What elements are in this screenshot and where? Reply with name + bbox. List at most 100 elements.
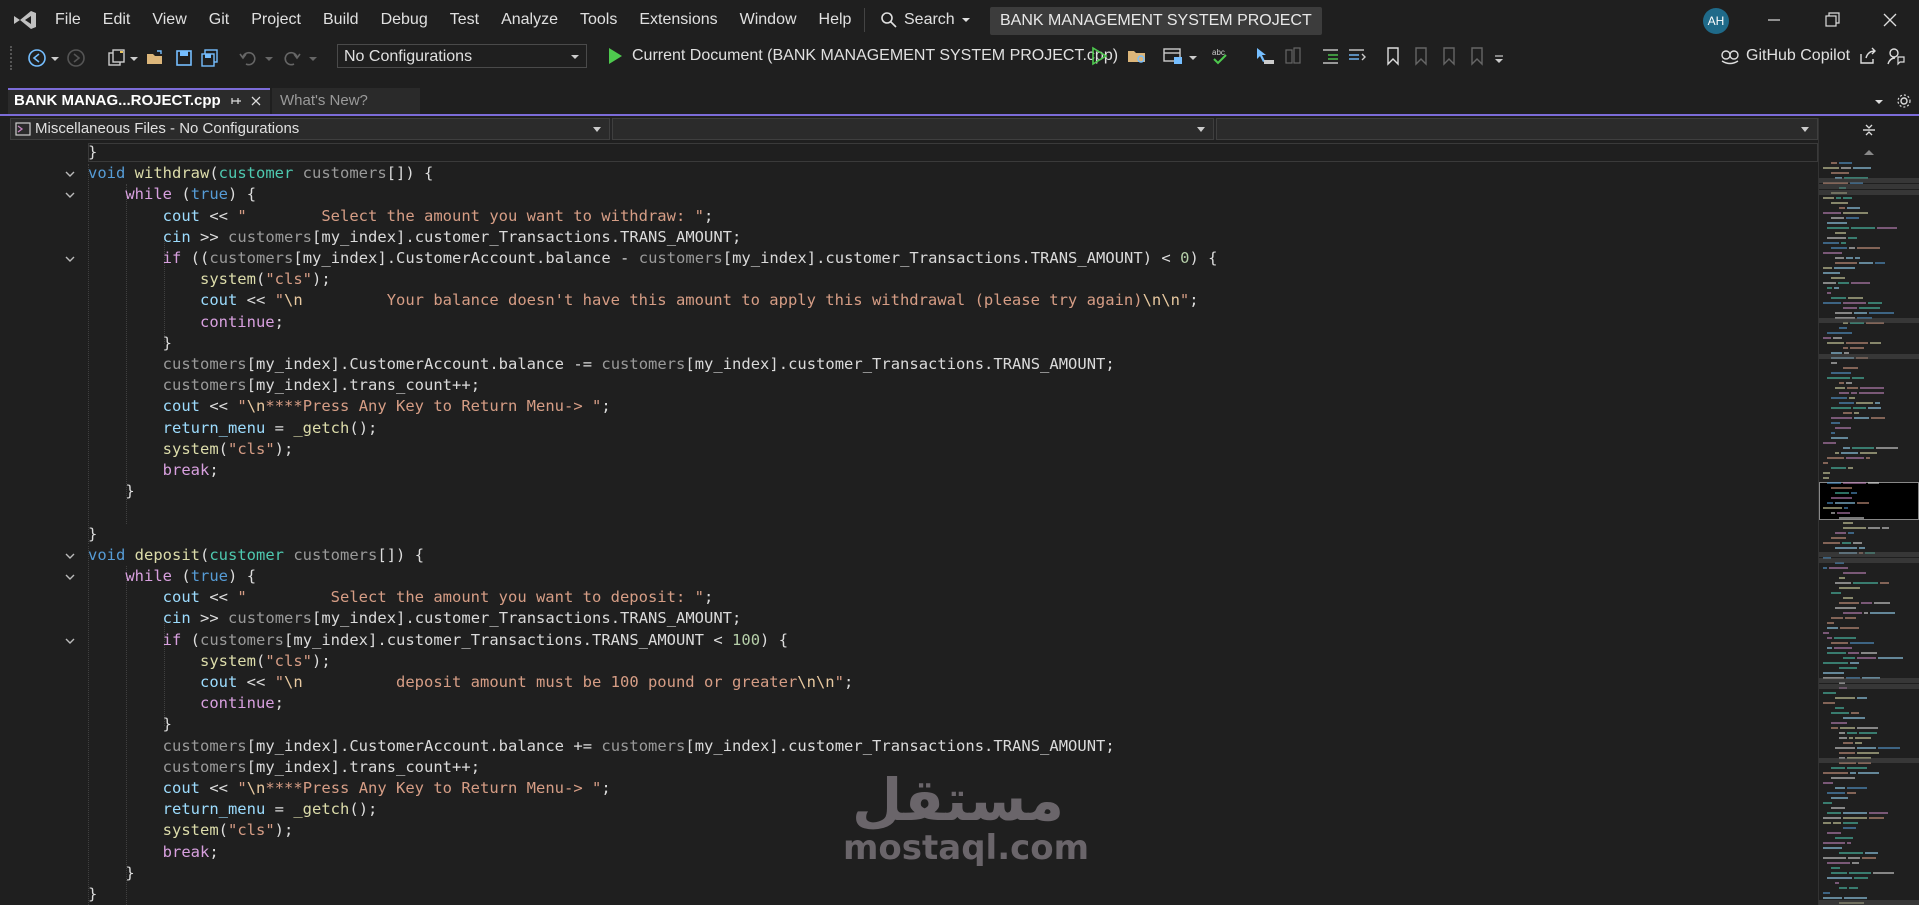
spell-check-icon[interactable]: abc: [1210, 46, 1232, 66]
code-line[interactable]: return_menu = _getch();: [88, 799, 378, 820]
code-line[interactable]: break;: [88, 842, 219, 863]
code-line[interactable]: system("cls");: [88, 820, 294, 841]
fold-chevron-icon[interactable]: [62, 569, 78, 585]
code-line[interactable]: continue;: [88, 312, 284, 333]
chevron-down-icon[interactable]: [129, 48, 139, 68]
code-line[interactable]: void withdraw(customer customers[]) {: [88, 163, 433, 184]
hot-reload-icon[interactable]: [1282, 46, 1304, 66]
type-scope-dropdown[interactable]: [612, 118, 1214, 140]
code-line[interactable]: }: [88, 142, 97, 163]
undo-icon[interactable]: [238, 48, 258, 68]
chevron-down-icon[interactable]: [308, 48, 318, 68]
browse-folder-icon[interactable]: [1126, 46, 1148, 66]
code-line[interactable]: system("cls");: [88, 439, 294, 460]
indent-icon[interactable]: [1346, 46, 1368, 66]
redo-icon[interactable]: [282, 48, 302, 68]
window-layout-icon[interactable]: [1162, 46, 1184, 66]
scroll-up-icon[interactable]: [1863, 148, 1875, 156]
fold-chevron-icon[interactable]: [62, 548, 78, 564]
code-line[interactable]: void deposit(customer customers[]) {: [88, 545, 424, 566]
menu-test[interactable]: Test: [439, 0, 490, 40]
run-target-button[interactable]: Current Document (BANK MANAGEMENT SYSTEM…: [632, 44, 1139, 68]
settings-gear-icon[interactable]: [1896, 93, 1912, 109]
menu-tools[interactable]: Tools: [569, 0, 628, 40]
chevron-down-icon[interactable]: [264, 48, 274, 68]
menu-file[interactable]: File: [44, 0, 92, 40]
code-line[interactable]: }: [88, 863, 134, 884]
code-line[interactable]: system("cls");: [88, 651, 331, 672]
restore-icon[interactable]: [1822, 10, 1842, 30]
visual-studio-logo-icon[interactable]: [12, 8, 38, 32]
project-scope-dropdown[interactable]: Miscellaneous Files - No Configurations: [10, 118, 610, 140]
bookmark-icon[interactable]: [1384, 46, 1402, 66]
code-line[interactable]: customers[my_index].trans_count++;: [88, 375, 480, 396]
menu-extensions[interactable]: Extensions: [628, 0, 728, 40]
forward-icon[interactable]: [66, 48, 86, 68]
outdent-icon[interactable]: [1320, 46, 1342, 66]
menu-help[interactable]: Help: [808, 0, 863, 40]
close-icon[interactable]: [1880, 10, 1900, 30]
code-line[interactable]: cout << "\n****Press Any Key to Return M…: [88, 396, 611, 417]
toolbar-overflow-icon[interactable]: [1494, 54, 1504, 64]
code-line[interactable]: }: [88, 524, 97, 545]
code-line[interactable]: if ((customers[my_index].CustomerAccount…: [88, 248, 1218, 269]
code-line[interactable]: }: [88, 714, 172, 735]
clear-bookmarks-icon[interactable]: [1466, 46, 1486, 66]
previous-bookmark-icon[interactable]: [1410, 46, 1430, 66]
code-line[interactable]: customers[my_index].CustomerAccount.bala…: [88, 736, 1115, 757]
search-button[interactable]: Search: [880, 8, 971, 32]
code-line[interactable]: cout << " Select the amount you want to …: [88, 206, 714, 227]
code-line[interactable]: cout << "\n Your balance doesn't have th…: [88, 290, 1199, 311]
menu-analyze[interactable]: Analyze: [490, 0, 569, 40]
configuration-select[interactable]: No Configurations: [337, 44, 587, 68]
menu-build[interactable]: Build: [312, 0, 370, 40]
back-icon[interactable]: [27, 48, 47, 68]
fold-chevron-icon[interactable]: [62, 187, 78, 203]
code-line[interactable]: cin >> customers[my_index].customer_Tran…: [88, 608, 742, 629]
code-line[interactable]: customers[my_index].CustomerAccount.bala…: [88, 354, 1115, 375]
new-project-icon[interactable]: [106, 48, 126, 68]
tab-whats-new[interactable]: What's New?: [272, 88, 420, 114]
fold-chevron-icon[interactable]: [62, 633, 78, 649]
code-line[interactable]: system("cls");: [88, 269, 331, 290]
next-bookmark-icon[interactable]: [1438, 46, 1458, 66]
code-line[interactable]: continue;: [88, 693, 284, 714]
menu-view[interactable]: View: [141, 0, 197, 40]
share-icon[interactable]: [1858, 46, 1878, 66]
code-line[interactable]: if (customers[my_index].customer_Transac…: [88, 630, 788, 651]
minimap-scrollbar[interactable]: [1818, 118, 1919, 905]
code-line[interactable]: return_menu = _getch();: [88, 418, 378, 439]
open-folder-icon[interactable]: [145, 48, 165, 68]
tab-list-dropdown-icon[interactable]: [1874, 98, 1884, 106]
code-line[interactable]: cin >> customers[my_index].customer_Tran…: [88, 227, 742, 248]
code-line[interactable]: cout << "\n****Press Any Key to Return M…: [88, 778, 611, 799]
save-all-icon[interactable]: [200, 48, 220, 68]
code-line[interactable]: customers[my_index].trans_count++;: [88, 757, 480, 778]
close-tab-icon[interactable]: [250, 95, 262, 107]
feedback-icon[interactable]: [1886, 46, 1906, 66]
menu-window[interactable]: Window: [729, 0, 808, 40]
toolbar-grip[interactable]: [10, 46, 16, 70]
menu-debug[interactable]: Debug: [370, 0, 439, 40]
member-scope-dropdown[interactable]: [1216, 118, 1818, 140]
save-icon[interactable]: [174, 48, 194, 68]
github-copilot-button[interactable]: GitHub Copilot: [1720, 44, 1850, 68]
select-element-icon[interactable]: [1254, 46, 1276, 66]
chevron-down-icon[interactable]: [50, 48, 60, 68]
code-line[interactable]: cout << " Select the amount you want to …: [88, 587, 714, 608]
menu-git[interactable]: Git: [198, 0, 240, 40]
split-editor-icon[interactable]: [1861, 122, 1877, 138]
start-without-debugging-icon[interactable]: [1090, 46, 1108, 66]
minimize-icon[interactable]: [1764, 10, 1784, 30]
fold-chevron-icon[interactable]: [62, 251, 78, 267]
code-line[interactable]: while (true) {: [88, 184, 256, 205]
code-line[interactable]: }: [88, 884, 97, 905]
menu-edit[interactable]: Edit: [92, 0, 142, 40]
fold-chevron-icon[interactable]: [62, 166, 78, 182]
pin-icon[interactable]: [230, 95, 242, 107]
tab-bank-management-cpp[interactable]: BANK MANAG...ROJECT.cpp: [8, 88, 270, 114]
code-line[interactable]: cout << "\n deposit amount must be 100 p…: [88, 672, 853, 693]
code-line[interactable]: break;: [88, 460, 219, 481]
avatar[interactable]: AH: [1703, 8, 1729, 34]
code-line[interactable]: }: [88, 481, 134, 502]
